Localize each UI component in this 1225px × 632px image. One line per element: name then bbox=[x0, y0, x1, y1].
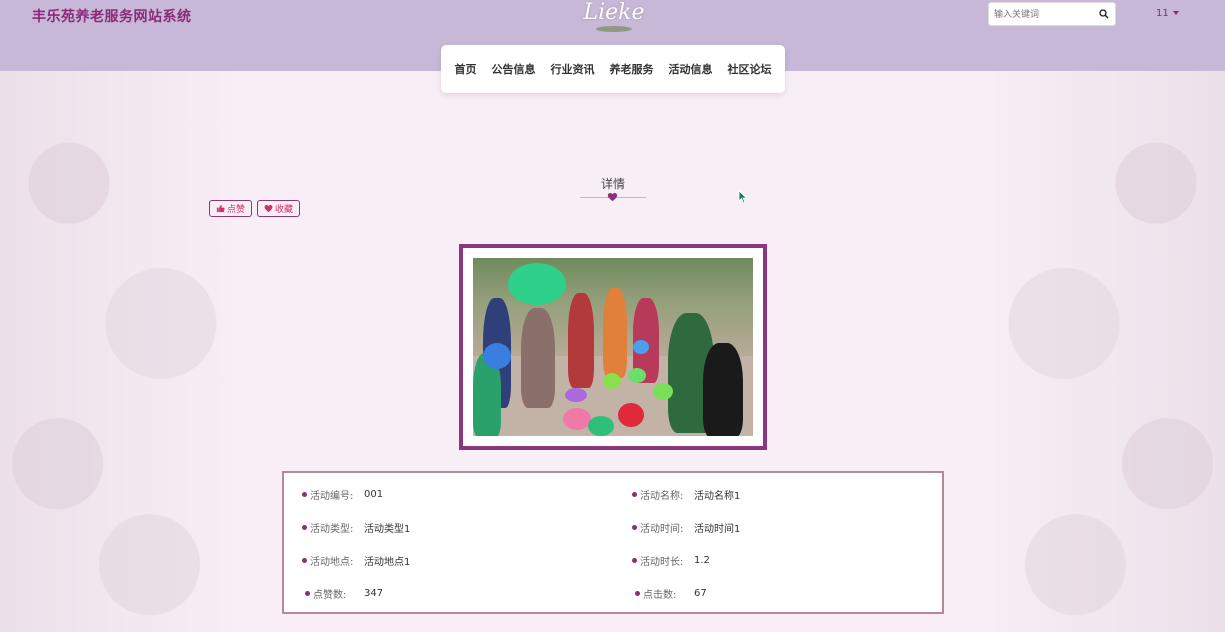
info-label: 点赞数: bbox=[313, 590, 347, 601]
info-value: 活动时间1 bbox=[694, 524, 741, 535]
nav-item-home[interactable]: 首页 bbox=[455, 61, 477, 77]
nav-item-forum[interactable]: 社区论坛 bbox=[728, 61, 772, 77]
info-activity-duration: 活动时长: 1.2 bbox=[632, 553, 932, 568]
photo-balloon bbox=[633, 340, 649, 354]
info-activity-type: 活动类型: 活动类型1 bbox=[302, 520, 602, 535]
photo-balloon bbox=[603, 373, 621, 389]
floral-background-left bbox=[0, 71, 230, 632]
photo-balloon bbox=[563, 408, 591, 430]
like-label: 点赞 bbox=[226, 205, 245, 215]
info-value: 1.2 bbox=[694, 555, 710, 566]
info-click-count: 点击数: 67 bbox=[635, 586, 935, 601]
photo-balloon bbox=[508, 263, 566, 305]
info-activity-location: 活动地点: 活动地点1 bbox=[302, 553, 602, 568]
info-activity-time: 活动时间: 活动时间1 bbox=[632, 520, 932, 535]
search-input[interactable] bbox=[994, 7, 1094, 22]
logo: Lieke bbox=[582, 0, 646, 34]
page: 丰乐苑养老服务网站系统 Lieke 11 首页 公告信息 行业资讯 养老服务 活… bbox=[0, 0, 1225, 632]
nav-item-elderly-services[interactable]: 养老服务 bbox=[610, 61, 654, 77]
info-value: 活动类型1 bbox=[364, 524, 411, 535]
user-label: 11 bbox=[1156, 8, 1169, 19]
bullet-dot-icon bbox=[302, 558, 307, 563]
heart-divider-icon bbox=[607, 192, 618, 202]
bullet-dot-icon bbox=[632, 558, 637, 563]
info-like-count: 点赞数: 347 bbox=[305, 586, 605, 601]
bullet-dot-icon bbox=[632, 525, 637, 530]
thumbs-up-icon bbox=[216, 204, 225, 213]
info-activity-name: 活动名称: 活动名称1 bbox=[632, 487, 932, 502]
bullet-dot-icon bbox=[302, 492, 307, 497]
nav-item-activities[interactable]: 活动信息 bbox=[669, 61, 713, 77]
caret-down-icon bbox=[1172, 11, 1179, 15]
info-value: 活动名称1 bbox=[694, 491, 741, 502]
bullet-dot-icon bbox=[632, 492, 637, 497]
info-label: 活动类型: bbox=[310, 524, 354, 535]
info-label: 活动时长: bbox=[640, 557, 684, 568]
info-value: 347 bbox=[364, 588, 384, 599]
search-box bbox=[988, 2, 1116, 26]
nav-item-announcements[interactable]: 公告信息 bbox=[492, 61, 536, 77]
photo-balloon bbox=[565, 388, 587, 402]
bullet-dot-icon bbox=[635, 591, 640, 596]
photo-balloon bbox=[618, 403, 644, 427]
logo-leaf-icon bbox=[596, 26, 632, 32]
photo-balloon bbox=[653, 383, 673, 400]
bullet-dot-icon bbox=[305, 591, 310, 596]
info-label: 活动时间: bbox=[640, 524, 684, 535]
like-button[interactable]: 点赞 bbox=[209, 200, 252, 217]
photo-balloon bbox=[588, 416, 614, 436]
floral-background-right bbox=[995, 71, 1225, 632]
favorite-label: 收藏 bbox=[274, 205, 293, 215]
info-label: 活动名称: bbox=[640, 491, 684, 502]
info-label: 活动编号: bbox=[310, 491, 354, 502]
detail-title: 详情 bbox=[600, 177, 625, 191]
bullet-dot-icon bbox=[302, 525, 307, 530]
photo-person bbox=[568, 293, 594, 388]
user-menu[interactable]: 11 bbox=[1156, 8, 1179, 19]
favorite-button[interactable]: 收藏 bbox=[257, 200, 300, 217]
photo-balloon bbox=[628, 368, 646, 383]
photo-person bbox=[521, 308, 555, 408]
info-value: 67 bbox=[694, 588, 707, 599]
info-activity-id: 活动编号: 001 bbox=[302, 487, 602, 502]
main-nav: 首页 公告信息 行业资讯 养老服务 活动信息 社区论坛 bbox=[441, 45, 785, 93]
photo-person bbox=[703, 343, 743, 436]
info-value: 活动地点1 bbox=[364, 557, 411, 568]
search-icon[interactable] bbox=[1099, 9, 1109, 19]
nav-item-industry-news[interactable]: 行业资讯 bbox=[551, 61, 595, 77]
info-value: 001 bbox=[364, 489, 384, 500]
heart-icon bbox=[264, 204, 273, 213]
mouse-cursor-icon bbox=[738, 190, 748, 204]
info-label: 活动地点: bbox=[310, 557, 354, 568]
photo-balloon bbox=[483, 343, 511, 369]
info-label: 点击数: bbox=[643, 590, 677, 601]
activity-image-frame bbox=[459, 244, 767, 450]
site-title[interactable]: 丰乐苑养老服务网站系统 bbox=[32, 6, 192, 26]
logo-text: Lieke bbox=[583, 0, 645, 25]
activity-photo bbox=[473, 258, 753, 436]
activity-info-panel: 活动编号: 001 活动名称: 活动名称1 活动类型: 活动类型1 活动时间: … bbox=[282, 471, 944, 614]
photo-person bbox=[603, 288, 627, 378]
